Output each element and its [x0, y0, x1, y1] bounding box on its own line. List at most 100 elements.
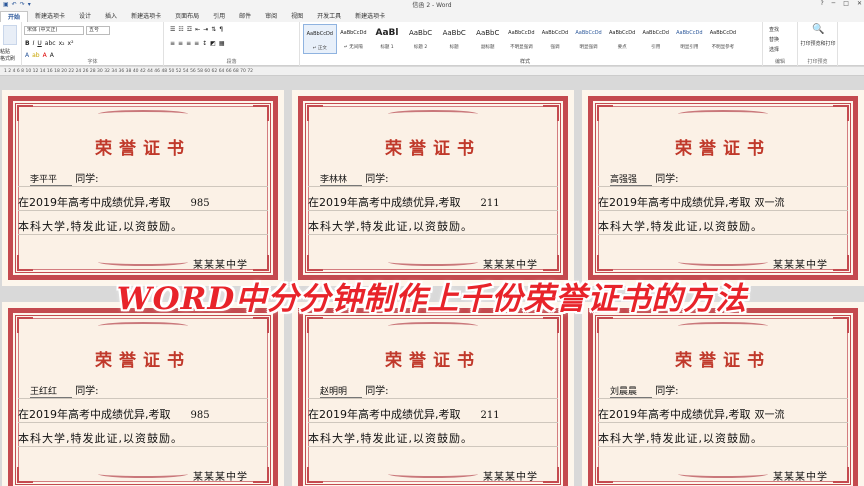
recipient-name[interactable]: 李林林 — [320, 172, 362, 186]
undo-icon[interactable]: ↶ — [12, 1, 17, 8]
tab-developer[interactable]: 开发工具 — [310, 11, 348, 22]
subscript-icon[interactable]: x₂ — [59, 40, 65, 47]
style-intense-quote[interactable]: AaBbCcDd 明显引用 — [673, 24, 707, 54]
tab-new-2[interactable]: 新建选项卡 — [124, 11, 168, 22]
maximize-icon[interactable]: □ — [843, 0, 849, 7]
style-name: 标题 2 — [413, 45, 428, 50]
tab-insert[interactable]: 插入 — [98, 11, 124, 22]
style-normal[interactable]: AaBbCcDd ↵ 正文 — [303, 24, 337, 54]
university-level[interactable]: 211 — [481, 198, 500, 209]
style-sample: AaBbCcDd — [575, 30, 602, 36]
tab-view[interactable]: 视图 — [284, 11, 310, 22]
multilevel-icon[interactable]: ☲ — [187, 26, 192, 33]
redo-icon[interactable]: ↷ — [20, 1, 25, 8]
italic-icon[interactable]: I — [33, 40, 35, 47]
save-icon[interactable]: ▣ — [3, 1, 9, 8]
sort-icon[interactable]: ⇅ — [211, 26, 216, 33]
customize-icon[interactable]: ▾ — [28, 1, 31, 8]
help-icon[interactable]: ? — [820, 0, 823, 7]
tab-new-3[interactable]: 新建选项卡 — [348, 11, 392, 22]
decrease-indent-icon[interactable]: ⇤ — [195, 26, 200, 33]
tab-mailings[interactable]: 邮件 — [232, 11, 258, 22]
style-quote[interactable]: AaBbCcDd 引用 — [639, 24, 673, 54]
inner-panel — [18, 318, 268, 482]
style-intense-emphasis[interactable]: AaBbCcDd 明显强调 — [572, 24, 606, 54]
corner-ornament — [307, 317, 323, 333]
replace-button[interactable]: 替换 — [769, 36, 779, 43]
bullets-icon[interactable]: ☰ — [170, 26, 175, 33]
format-painter-label[interactable]: 格式刷 — [0, 55, 15, 62]
bottom-flourish — [98, 258, 188, 266]
strikethrough-icon[interactable]: abc — [45, 40, 56, 47]
corner-ornament — [543, 467, 559, 483]
tab-review[interactable]: 审阅 — [258, 11, 284, 22]
style-no-spacing[interactable]: AaBbCcDd ↵ 无间隔 — [337, 24, 371, 54]
align-left-icon[interactable]: ≡ — [170, 40, 175, 47]
corner-ornament — [833, 105, 849, 121]
tab-design[interactable]: 设计 — [72, 11, 98, 22]
select-button[interactable]: 选择 — [769, 46, 779, 53]
recipient-line: 高强强 同学: — [610, 170, 679, 186]
line-spacing-icon[interactable]: ↕ — [202, 40, 207, 47]
recipient-name[interactable]: 赵明明 — [320, 384, 362, 398]
bold-icon[interactable]: B — [25, 40, 30, 47]
show-marks-icon[interactable]: ¶ — [219, 26, 223, 33]
close-icon[interactable]: ✕ — [857, 0, 862, 7]
greeting: 同学: — [655, 386, 679, 397]
style-heading-1[interactable]: AaBl 标题 1 — [370, 24, 404, 54]
paragraph-group-label: 段落 — [226, 59, 237, 65]
recipient-name[interactable]: 李平平 — [30, 172, 72, 186]
underline — [18, 186, 268, 187]
recipient-name[interactable]: 高强强 — [610, 172, 652, 186]
university-level[interactable]: 985 — [191, 410, 210, 421]
recipient-name[interactable]: 刘晨晨 — [610, 384, 652, 398]
university-level[interactable]: 985 — [191, 198, 210, 209]
justify-icon[interactable]: ≡ — [194, 40, 199, 47]
numbering-icon[interactable]: ☷ — [178, 26, 183, 33]
font-name-box[interactable]: 宋体 (中文正) — [24, 26, 84, 35]
increase-indent-icon[interactable]: ⇥ — [203, 26, 208, 33]
tab-page-layout[interactable]: 页面布局 — [168, 11, 206, 22]
minimize-icon[interactable]: ─ — [832, 0, 836, 7]
style-strong[interactable]: AaBbCcDd 要点 — [605, 24, 639, 54]
align-right-icon[interactable]: ≡ — [186, 40, 191, 47]
find-button[interactable]: 查找 — [769, 26, 779, 33]
style-title[interactable]: AaBbC 标题 — [437, 24, 471, 54]
university-level[interactable]: 双一流 — [755, 406, 785, 421]
corner-ornament — [833, 317, 849, 333]
corner-ornament — [597, 255, 613, 271]
recipient-line: 李平平 同学: — [30, 170, 99, 186]
shading-icon[interactable]: ◩ — [210, 40, 216, 47]
greeting: 同学: — [75, 386, 99, 397]
print-group: 🔍 打印预览和打印 打印预览 — [798, 22, 838, 66]
style-subtitle[interactable]: AaBbC 副标题 — [471, 24, 505, 54]
print-preview-icon: 🔍 — [812, 24, 825, 35]
tab-references[interactable]: 引用 — [206, 11, 232, 22]
underline — [308, 210, 558, 211]
style-emphasis[interactable]: AaBbCcDd 强调 — [538, 24, 572, 54]
align-center-icon[interactable]: ≡ — [178, 40, 183, 47]
body-line-2: 本科大学,特发此证,以资鼓励。 — [18, 220, 183, 233]
overlay-banner: WORD中分分钟制作上千份荣誉证书的方法 — [116, 281, 748, 317]
issuer-signature: 某某某中学 — [773, 260, 828, 271]
superscript-icon[interactable]: x² — [68, 40, 74, 47]
style-subtle-emphasis[interactable]: AaBbCcDd 不明显强调 — [505, 24, 539, 54]
underline-icon[interactable]: U — [37, 40, 41, 47]
body-line-2: 本科大学,特发此证,以资鼓励。 — [308, 432, 473, 445]
corner-ornament — [833, 255, 849, 271]
tab-new-1[interactable]: 新建选项卡 — [28, 11, 72, 22]
corner-ornament — [307, 467, 323, 483]
title-bar: ▣ ↶ ↷ ▾ 信函 2 - Word ? ─ □ ✕ — [0, 0, 864, 9]
style-name: 引用 — [651, 45, 661, 50]
style-subtle-reference[interactable]: AaBbCcDd 不明显参考 — [706, 24, 740, 54]
print-preview-button[interactable]: 打印预览和打印 — [800, 40, 836, 47]
top-flourish — [98, 110, 188, 118]
university-level[interactable]: 211 — [481, 410, 500, 421]
font-size-box[interactable]: 五号 — [86, 26, 110, 35]
tab-home[interactable]: 开始 — [0, 11, 29, 22]
borders-icon[interactable]: ▦ — [219, 40, 225, 47]
paste-button[interactable] — [3, 25, 17, 45]
style-heading-2[interactable]: AaBbC 标题 2 — [404, 24, 438, 54]
university-level[interactable]: 双一流 — [755, 194, 785, 209]
recipient-name[interactable]: 王红红 — [30, 384, 72, 398]
